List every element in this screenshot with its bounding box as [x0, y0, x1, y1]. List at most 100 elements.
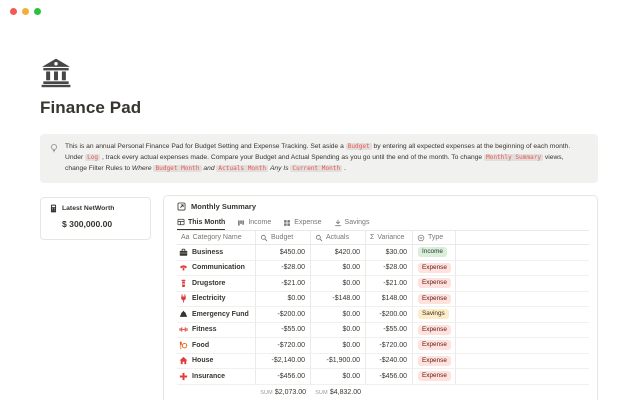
cell-budget[interactable]: -$2,140.00	[256, 354, 311, 370]
cell-variance[interactable]: -$720.00	[366, 338, 413, 354]
actuals-value: $0.00	[342, 264, 360, 271]
view-tabs: This Month Income Expense Savings	[164, 214, 597, 230]
type-badge: Expense	[418, 278, 451, 288]
table-footer: SUM$2,073.00SUM$4,832.00	[177, 385, 589, 399]
actuals-value: $0.00	[342, 326, 360, 333]
briefcase-icon	[179, 248, 188, 257]
cell-actuals[interactable]: $0.00	[311, 338, 366, 354]
cell-budget[interactable]: -$28.00	[256, 261, 311, 277]
tab-income[interactable]: Income	[237, 216, 271, 230]
tab-this-month[interactable]: This Month	[177, 216, 225, 230]
cell-budget[interactable]: -$21.00	[256, 276, 311, 292]
cell-budget[interactable]: -$55.00	[256, 323, 311, 339]
budget-value: -$55.00	[281, 326, 305, 333]
database-title[interactable]: Monthly Summary	[191, 202, 256, 211]
actuals-value: $420.00	[335, 249, 360, 256]
cell-actuals[interactable]: $0.00	[311, 261, 366, 277]
cell-type[interactable]: Income	[413, 245, 456, 261]
cell-actuals[interactable]: $0.00	[311, 276, 366, 292]
actuals-value: $0.00	[342, 342, 360, 349]
table-view-icon	[177, 218, 185, 226]
cell-category[interactable]: Electricity	[177, 292, 256, 308]
cell-variance[interactable]: $30.00	[366, 245, 413, 261]
cell-category[interactable]: Insurance	[177, 369, 256, 385]
tab-savings[interactable]: Savings	[334, 216, 370, 230]
cell-type[interactable]: Savings	[413, 307, 456, 323]
networth-label: Latest NetWorth	[62, 205, 114, 212]
cell-budget[interactable]: -$200.00	[256, 307, 311, 323]
cell-variance[interactable]: -$240.00	[366, 354, 413, 370]
column-label: Actuals	[326, 234, 349, 241]
actuals-value: -$148.00	[332, 295, 360, 302]
cell-actuals[interactable]: $0.00	[311, 369, 366, 385]
column-label: Budget	[271, 234, 293, 241]
cell-type[interactable]: Expense	[413, 369, 456, 385]
cell-type[interactable]: Expense	[413, 323, 456, 339]
close-button[interactable]	[10, 8, 17, 15]
budget-sum[interactable]: SUM$2,073.00	[256, 385, 311, 399]
cell-type[interactable]: Expense	[413, 261, 456, 277]
callout-text-segment: Budget Month	[153, 165, 201, 172]
variance-value: -$21.00	[383, 280, 407, 287]
column-header-variance[interactable]: ΣVariance	[366, 230, 413, 245]
column-header-type[interactable]: Type	[413, 230, 456, 245]
cell-actuals[interactable]: $420.00	[311, 245, 366, 261]
cell-type[interactable]: Expense	[413, 354, 456, 370]
cell-category[interactable]: House	[177, 354, 256, 370]
cell-category[interactable]: Communication	[177, 261, 256, 277]
linked-database-icon	[177, 202, 186, 211]
cell-variance[interactable]: -$21.00	[366, 276, 413, 292]
cell-actuals[interactable]: $0.00	[311, 323, 366, 339]
type-badge: Expense	[418, 340, 451, 350]
cell-category[interactable]: Food	[177, 338, 256, 354]
budget-value: -$720.00	[277, 342, 305, 349]
minimize-button[interactable]	[22, 8, 29, 15]
cell-actuals[interactable]: -$1,900.00	[311, 354, 366, 370]
callout-text-segment: Log	[85, 154, 100, 161]
variance-value: -$55.00	[383, 326, 407, 333]
rollup-icon	[260, 234, 268, 242]
callout-text: This is an annual Personal Finance Pad f…	[65, 142, 586, 175]
type-badge: Expense	[418, 325, 451, 335]
cell-category[interactable]: Drugstore	[177, 276, 256, 292]
category-name: Emergency Fund	[192, 311, 249, 318]
column-header-category-name[interactable]: AaCategory Name	[177, 230, 256, 245]
footer-spacer	[413, 385, 456, 399]
cell-empty	[456, 276, 589, 292]
callout-text-segment: Any Is	[270, 165, 289, 172]
cell-budget[interactable]: -$720.00	[256, 338, 311, 354]
cell-actuals[interactable]: -$148.00	[311, 292, 366, 308]
category-name: Food	[192, 342, 209, 349]
zoom-button[interactable]	[34, 8, 41, 15]
cell-variance[interactable]: $148.00	[366, 292, 413, 308]
actuals-sum[interactable]: SUM$4,832.00	[311, 385, 366, 399]
cell-category[interactable]: Fitness	[177, 323, 256, 339]
plus-icon	[179, 372, 188, 381]
cell-type[interactable]: Expense	[413, 338, 456, 354]
cell-empty	[456, 307, 589, 323]
cell-budget[interactable]: $0.00	[256, 292, 311, 308]
cell-category[interactable]: Emergency Fund	[177, 307, 256, 323]
cell-empty	[456, 354, 589, 370]
cell-empty	[456, 261, 589, 277]
cell-budget[interactable]: $450.00	[256, 245, 311, 261]
cell-variance[interactable]: -$55.00	[366, 323, 413, 339]
cell-variance[interactable]: -$456.00	[366, 369, 413, 385]
cell-variance[interactable]: -$28.00	[366, 261, 413, 277]
tab-expense[interactable]: Expense	[283, 216, 321, 230]
callout-text-segment: , track every actual expenses made. Comp…	[100, 154, 484, 161]
category-name: Insurance	[192, 373, 225, 380]
cell-category[interactable]: Business	[177, 245, 256, 261]
cell-type[interactable]: Expense	[413, 292, 456, 308]
column-header-budget[interactable]: Budget	[256, 230, 311, 245]
category-name: Electricity	[192, 295, 225, 302]
cell-variance[interactable]: -$200.00	[366, 307, 413, 323]
dumbbell-icon	[179, 325, 188, 334]
type-badge: Savings	[418, 309, 449, 319]
networth-card[interactable]: Latest NetWorth $ 300,000.00	[40, 197, 151, 240]
cell-type[interactable]: Expense	[413, 276, 456, 292]
cell-actuals[interactable]: $0.00	[311, 307, 366, 323]
budget-value: -$200.00	[277, 311, 305, 318]
cell-budget[interactable]: -$456.00	[256, 369, 311, 385]
column-header-actuals[interactable]: Actuals	[311, 230, 366, 245]
